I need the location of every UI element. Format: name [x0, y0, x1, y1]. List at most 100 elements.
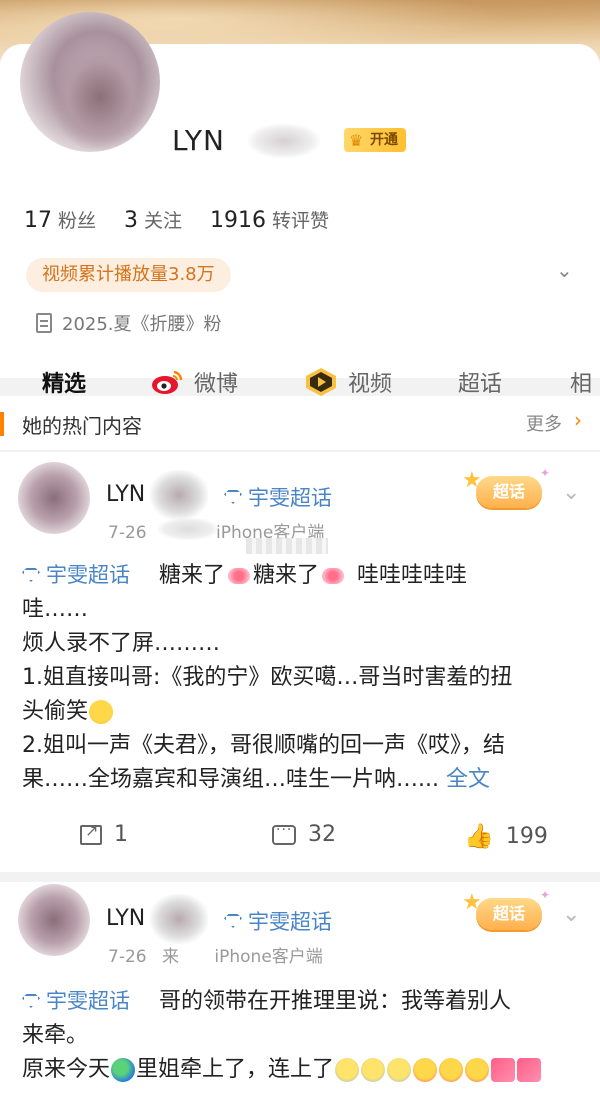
text-line: 哇……	[22, 597, 89, 622]
profile-username: LYN	[172, 124, 225, 157]
post-content[interactable]: 宇雯超话 哥的领带在开推理里说：我等着别人 来牵。 原来今天 里姐牵上了，连上了	[22, 984, 582, 1087]
text-segment: 哥的领带在开推理里说：我等着别人	[159, 989, 512, 1014]
text-line: 来牵。	[22, 1023, 89, 1048]
heart-eyes-emoji-icon	[413, 1058, 438, 1082]
post-meta: 7-26 来 iPhone客户端	[108, 942, 323, 967]
stat-label: 粉丝	[58, 210, 97, 232]
tab-supertopic[interactable]: 超话	[458, 366, 502, 398]
post-card[interactable]: LYN 宇雯超话 7-26 来 iPhone客户端 ★ 超话 ✦ ⌄ 宇雯超话 …	[0, 872, 600, 1095]
text-segment: 头偷笑	[22, 699, 89, 724]
post-author[interactable]: LYN	[106, 906, 145, 931]
tab-label: 超话	[458, 372, 503, 397]
like-count: 199	[505, 823, 548, 849]
fan-tag: 2025.夏《折腰》粉	[36, 310, 222, 336]
comment-count: 32	[308, 822, 336, 847]
stat-fans[interactable]: 17 粉丝	[24, 206, 96, 233]
text-line: 烦人录不了屏………	[22, 631, 221, 656]
tab-label: 视频	[348, 372, 393, 397]
text-segment: 糖来了	[159, 563, 226, 588]
post-supertopic[interactable]: 宇雯超话	[224, 906, 332, 936]
text-segment: 哇哇哇哇哇	[357, 563, 468, 588]
profile-stats: 17 粉丝 3 关注 1916 转评赞	[24, 206, 329, 233]
diamond-icon	[22, 994, 40, 1008]
text-line: 1.姐直接叫哥:《我的宁》欧买噶…哥当时害羞的扭	[22, 665, 513, 690]
supertopic-label: 宇雯超话	[248, 910, 332, 934]
post-author[interactable]: LYN	[106, 482, 145, 507]
repost-button[interactable]: 1	[80, 821, 128, 847]
video-icon	[306, 368, 336, 396]
author-blur	[150, 894, 208, 944]
inline-topic-label: 宇雯超话	[46, 563, 130, 587]
heart-arrow-icon	[517, 1058, 542, 1082]
hot-content-title: 她的热门内容	[22, 414, 142, 438]
stat-interactions[interactable]: 1916 转评赞	[210, 206, 329, 233]
repost-count: 1	[114, 822, 128, 847]
post-date: 7-26	[108, 523, 147, 543]
post-source-prefix: 来	[162, 947, 179, 967]
diamond-icon	[224, 490, 242, 504]
chevron-right-icon[interactable]: ›	[574, 408, 582, 432]
tab-video[interactable]: 视频	[304, 366, 392, 398]
avatar[interactable]	[18, 462, 90, 534]
inline-supertopic[interactable]: 宇雯超话	[22, 558, 130, 592]
chevron-down-icon[interactable]: ⌄	[562, 902, 580, 927]
tab-label: 精选	[42, 372, 87, 397]
stat-label: 关注	[144, 210, 183, 232]
supertopic-sticker: ★ 超话 ✦	[462, 466, 554, 512]
stat-following[interactable]: 3 关注	[124, 206, 182, 233]
text-segment: 糖来了	[253, 563, 320, 588]
tab-weibo[interactable]: 微博	[150, 366, 238, 398]
section-accent-bar	[0, 412, 4, 436]
fan-tag-text: 2025.夏《折腰》粉	[62, 314, 222, 335]
heart-arrow-icon	[491, 1058, 516, 1082]
text-segment: 果……全场嘉宾和导演组…哇生一片呐…...	[22, 767, 439, 792]
comment-button[interactable]: 32	[272, 822, 336, 847]
chevron-down-icon[interactable]: ⌄	[556, 258, 576, 282]
stat-label: 转评赞	[272, 210, 330, 232]
post-source: iPhone客户端	[214, 947, 323, 967]
redaction-mark	[246, 538, 328, 554]
sparkle-icon: ✦	[540, 466, 551, 480]
sticker-label: 超话	[476, 898, 542, 930]
sparkle-icon: ✦	[540, 888, 551, 902]
supertopic-sticker: ★ 超话 ✦	[462, 888, 554, 934]
heart-eyes-emoji-icon	[465, 1058, 490, 1082]
like-button[interactable]: 👍 199	[464, 822, 548, 850]
candy-icon	[228, 568, 251, 584]
smile-emoji-icon	[89, 700, 114, 724]
chevron-down-icon[interactable]: ⌄	[562, 480, 580, 505]
supertopic-label: 宇雯超话	[248, 486, 332, 510]
vip-badge[interactable]: ♛ 开通	[344, 128, 406, 152]
more-link[interactable]: 更多	[526, 410, 562, 436]
scream-emoji-icon	[387, 1058, 412, 1082]
candy-icon	[322, 568, 345, 584]
tab-label: 微博	[194, 372, 239, 397]
post-supertopic[interactable]: 宇雯超话	[224, 482, 332, 512]
full-text-link[interactable]: 全文	[446, 767, 490, 792]
stat-value: 3	[124, 208, 139, 233]
stat-value: 17	[24, 208, 52, 233]
document-icon	[36, 313, 52, 333]
avatar[interactable]	[18, 884, 90, 956]
sticker-label: 超话	[476, 476, 542, 508]
text-segment: 里姐牵上了，连上了	[136, 1057, 335, 1082]
profile-avatar[interactable]	[20, 12, 160, 152]
diamond-icon	[22, 568, 40, 582]
post-card[interactable]: LYN 宇雯超话 7-26 iPhone客户端 ★ 超话 ✦ ⌄ 宇雯超话 糖来…	[0, 452, 600, 872]
username-blur	[248, 124, 320, 158]
globe-emoji-icon	[111, 1058, 136, 1082]
inline-supertopic[interactable]: 宇雯超话	[22, 984, 130, 1018]
crown-icon: ♛	[349, 131, 364, 150]
scream-emoji-icon	[361, 1058, 386, 1082]
video-play-count-badge[interactable]: 视频累计播放量3.8万	[26, 258, 231, 292]
post-date: 7-26	[108, 947, 147, 967]
post-content[interactable]: 宇雯超话 糖来了 糖来了 哇哇哇哇哇 哇…… 烦人录不了屏……… 1.姐直接叫哥:《…	[22, 558, 582, 797]
inline-topic-label: 宇雯超话	[46, 989, 130, 1013]
weibo-icon	[152, 370, 183, 394]
thumbs-up-icon: 👍	[464, 822, 494, 850]
stat-value: 1916	[210, 208, 267, 233]
tab-featured[interactable]: 精选	[42, 366, 86, 398]
hot-content-header: 她的热门内容 更多 ›	[0, 396, 600, 450]
avatar-image	[50, 42, 150, 152]
heart-eyes-emoji-icon	[439, 1058, 464, 1082]
